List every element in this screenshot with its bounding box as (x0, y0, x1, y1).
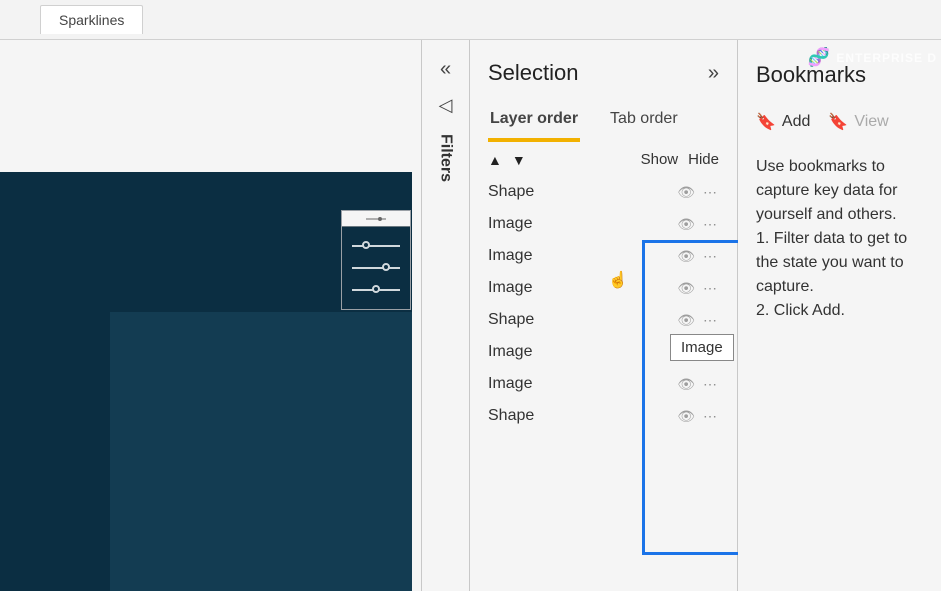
slicer-visual[interactable] (341, 210, 411, 310)
layer-item-label: Image (488, 215, 677, 233)
slider-track[interactable] (352, 245, 400, 247)
bookmarks-instructions: Use bookmarks to capture key data for yo… (756, 147, 931, 323)
layer-item[interactable]: Image👁⋯ (478, 272, 729, 304)
slicer-controls (342, 227, 410, 309)
layer-actions: 👁⋯ (677, 248, 719, 265)
cursor-icon: ☝ (608, 270, 628, 290)
watermark-overlay: 🧬 ENTERPRISE D (808, 47, 937, 68)
main-content: « ◁ Filters Selection » Layer order Tab … (0, 40, 941, 591)
add-label: Add (782, 113, 810, 131)
layer-actions: 👁⋯ (677, 408, 719, 425)
selection-header: Selection » (470, 40, 737, 96)
show-label[interactable]: Show (641, 151, 679, 168)
more-options-icon[interactable]: ⋯ (703, 408, 719, 425)
reorder-buttons: ▲ ▼ (488, 152, 526, 168)
layer-actions: 👁⋯ (677, 312, 719, 329)
filter-funnel-icon[interactable]: ◁ (439, 95, 453, 116)
selected-visual-outline[interactable] (110, 312, 412, 591)
layer-actions: 👁⋯ (677, 216, 719, 233)
layer-item[interactable]: Shape👁⋯ (478, 400, 729, 432)
layer-item-label: Image (488, 375, 677, 393)
selection-tabs: Layer order Tab order (470, 96, 737, 139)
layer-item-label: Shape (488, 311, 677, 329)
visibility-toggle-icon[interactable]: 👁 (677, 280, 695, 297)
visibility-toggle-icon[interactable]: 👁 (677, 408, 695, 425)
collapse-chevron-icon[interactable]: « (440, 58, 451, 81)
bookmarks-pane: Bookmarks 🔖 Add 🔖 View Use bookmarks to … (738, 40, 941, 591)
layer-actions: 👁⋯ (677, 280, 719, 297)
add-bookmark-button[interactable]: 🔖 Add (756, 112, 810, 132)
layer-actions: 👁⋯ (677, 376, 719, 393)
view-bookmark-button: 🔖 View (828, 112, 888, 132)
slider-glyph-icon (366, 216, 386, 222)
slider-track[interactable] (352, 267, 400, 269)
expand-chevron-icon[interactable]: » (708, 62, 719, 85)
more-options-icon[interactable]: ⋯ (703, 184, 719, 201)
hide-label[interactable]: Hide (688, 151, 719, 168)
report-canvas[interactable] (0, 40, 422, 591)
layer-item-label: Image (488, 279, 677, 297)
selection-pane: Selection » Layer order Tab order ▲ ▼ Sh… (470, 40, 738, 591)
filters-pane-collapsed: « ◁ Filters (422, 40, 470, 591)
layer-item[interactable]: Image👁⋯ (478, 240, 729, 272)
visibility-toggle-icon[interactable]: 👁 (677, 184, 695, 201)
tab-layer-order[interactable]: Layer order (488, 100, 580, 138)
more-options-icon[interactable]: ⋯ (703, 248, 719, 265)
layer-item[interactable]: Image👁⋯ (478, 208, 729, 240)
layer-item-label: Shape (488, 407, 677, 425)
visibility-toggle-icon[interactable]: 👁 (677, 312, 695, 329)
dna-icon: 🧬 (808, 47, 831, 68)
visibility-toggle-icon[interactable]: 👁 (677, 248, 695, 265)
slicer-header (342, 211, 410, 227)
filters-pane-label[interactable]: Filters (437, 134, 455, 182)
more-options-icon[interactable]: ⋯ (703, 376, 719, 393)
show-hide-labels: Show Hide (641, 151, 719, 168)
bookmarks-toolbar: 🔖 Add 🔖 View (756, 98, 931, 147)
bookmark-add-icon: 🔖 (756, 112, 776, 132)
layer-list: Shape👁⋯ Image👁⋯ Image👁⋯ Image👁⋯ Shape👁⋯ … (470, 176, 737, 432)
layer-controls-row: ▲ ▼ Show Hide (470, 139, 737, 176)
layer-item-label: Image (488, 343, 677, 361)
hover-tooltip: Image (670, 334, 734, 361)
layer-item[interactable]: Shape👁⋯ (478, 176, 729, 208)
slider-thumb[interactable] (362, 241, 370, 249)
ribbon-tab-sparklines[interactable]: Sparklines (40, 5, 143, 34)
visibility-toggle-icon[interactable]: 👁 (677, 216, 695, 233)
watermark-text: ENTERPRISE D (836, 51, 937, 65)
selection-title: Selection (488, 60, 579, 86)
tab-tab-order[interactable]: Tab order (608, 100, 680, 138)
bookmark-view-icon: 🔖 (828, 112, 848, 132)
more-options-icon[interactable]: ⋯ (703, 312, 719, 329)
more-options-icon[interactable]: ⋯ (703, 216, 719, 233)
visibility-toggle-icon[interactable]: 👁 (677, 376, 695, 393)
top-ribbon: Sparklines (0, 0, 941, 40)
layer-item[interactable]: Shape👁⋯ (478, 304, 729, 336)
move-up-button[interactable]: ▲ (488, 152, 502, 168)
layer-item-label: Shape (488, 183, 677, 201)
slider-thumb[interactable] (372, 285, 380, 293)
layer-item-label: Image (488, 247, 677, 265)
slider-thumb[interactable] (382, 263, 390, 271)
slider-track[interactable] (352, 289, 400, 291)
more-options-icon[interactable]: ⋯ (703, 280, 719, 297)
layer-actions: 👁⋯ (677, 184, 719, 201)
view-label: View (854, 113, 888, 131)
layer-item[interactable]: Image👁⋯ (478, 368, 729, 400)
move-down-button[interactable]: ▼ (512, 152, 526, 168)
